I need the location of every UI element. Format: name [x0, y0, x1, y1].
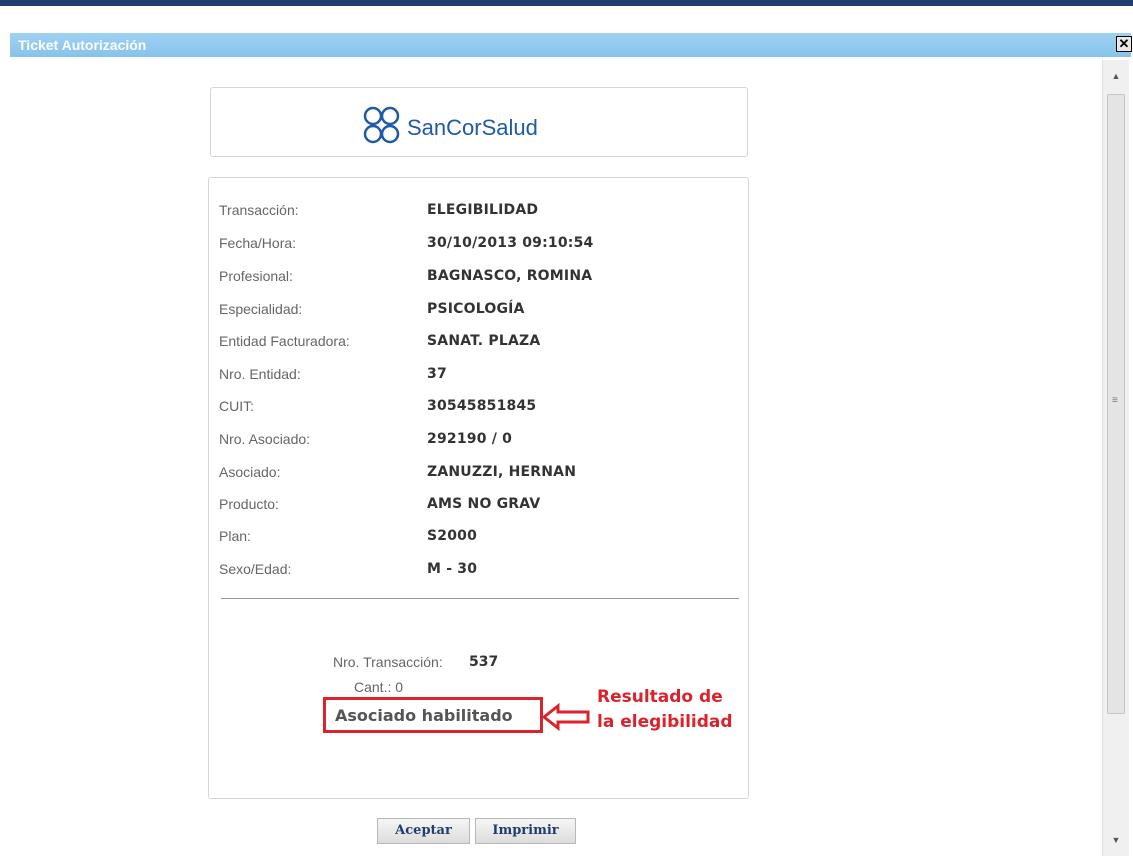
transaction-number-value: 537 — [469, 654, 499, 670]
field-value: PSICOLOGÍA — [427, 301, 525, 317]
field-value: M - 30 — [427, 561, 478, 577]
field-value: 292190 / 0 — [427, 431, 513, 447]
field-label: Plan: — [219, 528, 251, 544]
field-value: 30/10/2013 09:10:54 — [427, 235, 594, 251]
logo-panel: SanCorSalud — [210, 87, 748, 157]
close-icon: ✕ — [1118, 36, 1130, 51]
divider — [221, 598, 739, 599]
field-value: ELEGIBILIDAD — [427, 202, 539, 218]
field-value: S2000 — [427, 528, 478, 544]
sancor-logo-icon — [363, 106, 400, 144]
left-arrow-icon — [542, 703, 590, 731]
annotation-line-2: la elegibilidad — [597, 712, 733, 732]
field-label: Nro. Entidad: — [219, 366, 301, 382]
field-value: 37 — [427, 366, 447, 382]
field-label: Nro. Asociado: — [219, 431, 311, 447]
grip-icon: ≡ — [1112, 395, 1118, 406]
field-label: Transacción: — [219, 202, 299, 218]
field-label: Especialidad: — [219, 301, 303, 317]
close-button[interactable]: ✕ — [1116, 36, 1132, 52]
field-label: Entidad Facturadora: — [219, 333, 350, 349]
field-label: Sexo/Edad: — [219, 561, 292, 577]
field-label: Producto: — [219, 496, 279, 512]
field-label: Fecha/Hora: — [219, 235, 297, 251]
vertical-scrollbar[interactable]: ▲ ≡ ▼ — [1102, 60, 1129, 856]
annotation-line-1: Resultado de — [597, 687, 723, 707]
field-value: SANAT. PLAZA — [427, 333, 541, 349]
accept-button[interactable]: Aceptar — [377, 818, 470, 844]
field-value: AMS NO GRAV — [427, 496, 541, 512]
field-value: BAGNASCO, ROMINA — [427, 268, 593, 284]
scroll-down-arrow-icon[interactable]: ▼ — [1108, 832, 1124, 848]
print-button[interactable]: Imprimir — [475, 818, 576, 844]
cant-text: Cant.: 0 — [354, 679, 404, 695]
field-value: 30545851845 — [427, 398, 537, 414]
dialog-title: Ticket Autorización — [18, 37, 147, 53]
logo-text: SanCorSalud — [407, 115, 538, 140]
field-label: Profesional: — [219, 268, 293, 284]
result-highlight-box: Asociado habilitado — [323, 697, 543, 733]
dialog-titlebar: Ticket Autorización ✕ — [10, 33, 1132, 57]
scroll-up-arrow-icon[interactable]: ▲ — [1108, 68, 1124, 84]
field-label: Asociado: — [219, 464, 281, 480]
transaction-number-label: Nro. Transacción: — [333, 654, 443, 670]
field-label: CUIT: — [219, 398, 254, 414]
scroll-thumb[interactable]: ≡ — [1107, 94, 1125, 714]
field-value: ZANUZZI, HERNAN — [427, 464, 577, 480]
annotation-callout: Resultado de la elegibilidad — [597, 685, 733, 735]
result-status: Asociado habilitado — [335, 706, 513, 725]
top-border — [0, 0, 1133, 6]
